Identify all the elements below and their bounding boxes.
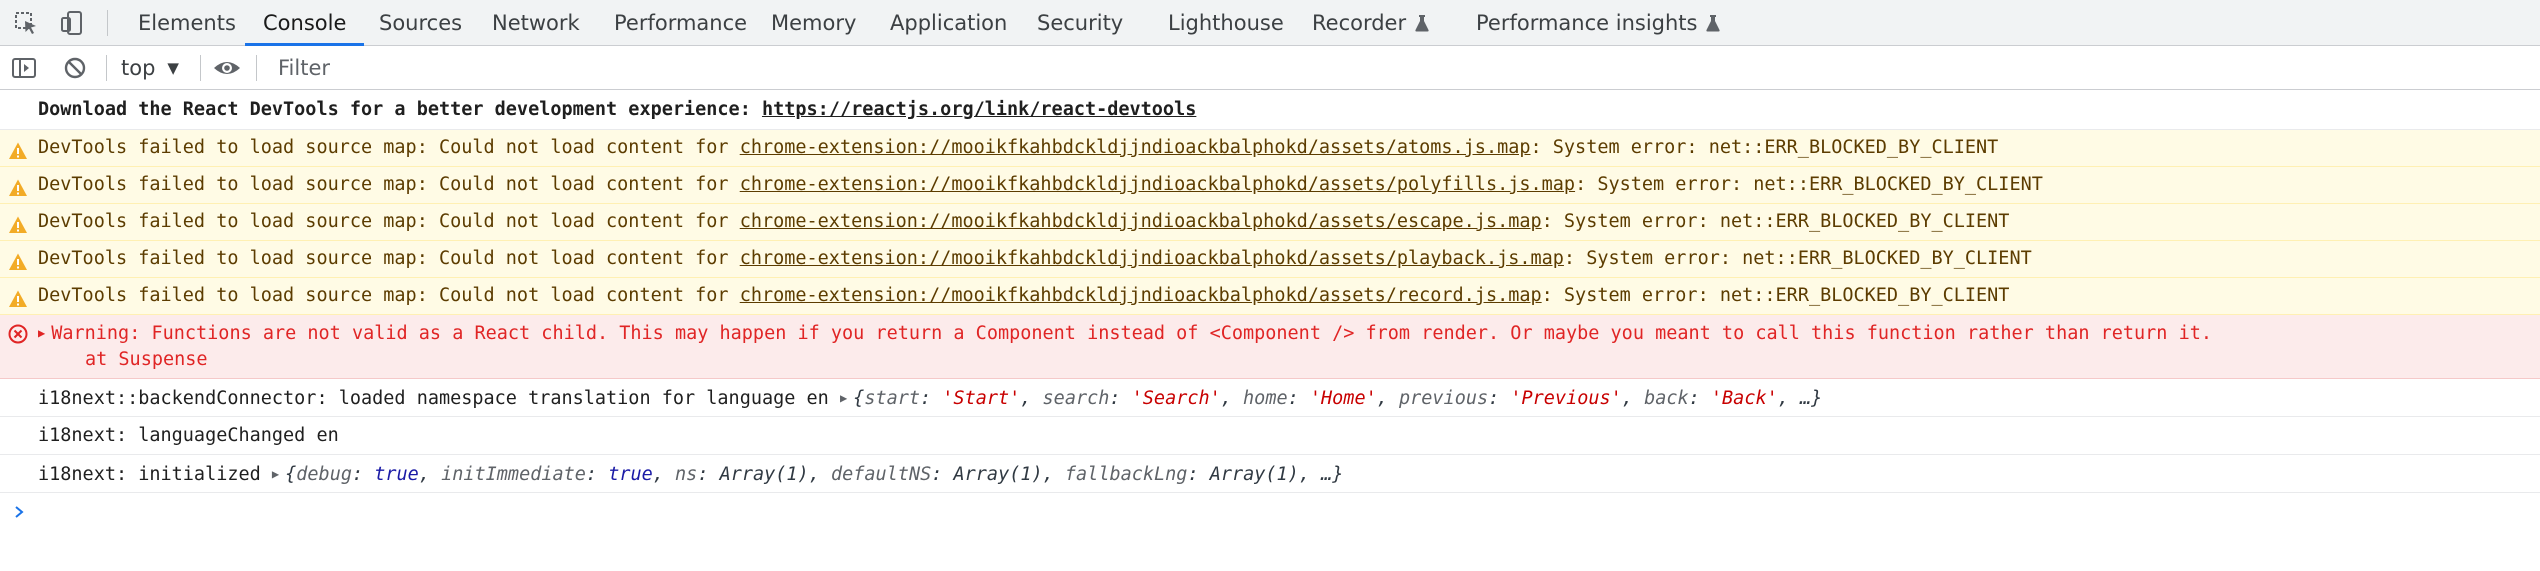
devtools-tabbar: Elements Console Sources Network Perform… <box>0 0 2540 46</box>
flask-icon <box>1706 2 1721 32</box>
react-devtools-link[interactable]: https://reactjs.org/link/react-devtools <box>762 99 1196 120</box>
warning-icon <box>8 286 28 307</box>
toolbar-separator <box>106 55 107 81</box>
message-text: : System error: net::ERR_BLOCKED_BY_CLIE… <box>1541 211 2010 232</box>
object-preview[interactable]: {start: 'Start', search: 'Search', home:… <box>853 388 1822 409</box>
expand-triangle-icon[interactable]: ▶ <box>272 455 279 493</box>
tab-label: Lighthouse <box>1168 11 1284 35</box>
tab-label: Application <box>890 11 1008 35</box>
clear-console-icon[interactable] <box>62 55 88 81</box>
tab-lighthouse[interactable]: Lighthouse <box>1150 0 1302 46</box>
tab-recorder[interactable]: Recorder <box>1294 0 1447 46</box>
log-message: i18next: languageChanged en <box>0 417 2540 455</box>
tab-security[interactable]: Security <box>1019 0 1141 46</box>
tab-console[interactable]: Console <box>245 0 365 46</box>
message-text: : System error: net::ERR_BLOCKED_BY_CLIE… <box>1575 174 2043 195</box>
context-label: top <box>121 56 156 80</box>
error-icon <box>8 324 28 344</box>
log-message: i18next::backendConnector: loaded namesp… <box>0 379 2540 417</box>
live-expression-eye-icon[interactable] <box>212 55 242 81</box>
console-messages: Download the React DevTools for a better… <box>0 90 2540 529</box>
message-text: : System error: net::ERR_BLOCKED_BY_CLIE… <box>1530 137 1999 158</box>
tab-performance-insights[interactable]: Performance insights <box>1458 0 1738 46</box>
object-preview[interactable]: {debug: true, initImmediate: true, ns: A… <box>285 464 1343 485</box>
tabbar-separator <box>107 10 108 36</box>
message-text: DevTools failed to load source map: Coul… <box>38 211 740 232</box>
error-stack-line: at Suspense <box>85 349 208 370</box>
log-message: i18next: initialized ▶ {debug: true, init… <box>0 455 2540 493</box>
prompt-chevron-icon <box>12 504 26 518</box>
source-map-link[interactable]: chrome-extension://mooikfkahbdckldjjndio… <box>740 248 1564 269</box>
warning-message: DevTools failed to load source map: Coul… <box>0 241 2540 278</box>
console-toolbar: top ▼ <box>0 46 2540 90</box>
error-message[interactable]: ▶ Warning: Functions are not valid as a R… <box>0 315 2540 379</box>
tab-label: Performance insights <box>1476 11 1698 35</box>
message-text: i18next: languageChanged en <box>38 425 339 446</box>
tab-label: Memory <box>771 11 857 35</box>
message-text: : System error: net::ERR_BLOCKED_BY_CLIE… <box>1541 285 2010 306</box>
expand-triangle-icon[interactable]: ▶ <box>38 320 45 346</box>
flask-icon <box>1415 2 1429 32</box>
tab-elements[interactable]: Elements <box>120 0 254 46</box>
message-text: Download the React DevTools for a better… <box>38 99 762 120</box>
warning-icon <box>8 249 28 270</box>
filter-input[interactable] <box>268 52 2528 84</box>
source-map-link[interactable]: chrome-extension://mooikfkahbdckldjjndio… <box>740 174 1575 195</box>
caret-down-icon: ▼ <box>167 59 179 77</box>
tab-label: Security <box>1037 11 1124 35</box>
tab-label: Network <box>492 11 580 35</box>
expand-triangle-icon[interactable]: ▶ <box>840 379 847 417</box>
warning-icon <box>8 175 28 196</box>
warning-icon <box>8 138 28 159</box>
toolbar-separator <box>200 55 201 81</box>
sidebar-toggle-icon[interactable] <box>11 55 37 81</box>
source-map-link[interactable]: chrome-extension://mooikfkahbdckldjjndio… <box>740 137 1531 158</box>
tab-label: Performance <box>614 11 748 35</box>
message-text: DevTools failed to load source map: Coul… <box>38 248 740 269</box>
message-text: i18next: initialized <box>38 464 272 485</box>
tab-label: Console <box>263 11 347 35</box>
tab-application[interactable]: Application <box>872 0 1025 46</box>
warning-message: DevTools failed to load source map: Coul… <box>0 167 2540 204</box>
tab-network[interactable]: Network <box>474 0 598 46</box>
warning-icon <box>8 212 28 233</box>
tab-memory[interactable]: Memory <box>753 0 874 46</box>
warning-message: DevTools failed to load source map: Coul… <box>0 204 2540 241</box>
console-prompt[interactable] <box>0 493 2540 529</box>
tab-sources[interactable]: Sources <box>361 0 480 46</box>
message-text: DevTools failed to load source map: Coul… <box>38 174 740 195</box>
source-map-link[interactable]: chrome-extension://mooikfkahbdckldjjndio… <box>740 211 1542 232</box>
warning-message: DevTools failed to load source map: Coul… <box>0 130 2540 167</box>
tab-label: Sources <box>379 11 463 35</box>
inspect-element-icon[interactable] <box>12 9 40 37</box>
message-text: DevTools failed to load source map: Coul… <box>38 137 740 158</box>
react-devtools-message: Download the React DevTools for a better… <box>0 90 2540 130</box>
message-text: : System error: net::ERR_BLOCKED_BY_CLIE… <box>1563 248 2032 269</box>
error-text: Warning: Functions are not valid as a Re… <box>51 323 2212 344</box>
device-toolbar-icon[interactable] <box>58 9 86 37</box>
message-text: i18next::backendConnector: loaded namesp… <box>38 388 840 409</box>
tab-performance[interactable]: Performance <box>596 0 765 46</box>
warning-message: DevTools failed to load source map: Coul… <box>0 278 2540 315</box>
context-selector[interactable]: top ▼ <box>121 46 179 90</box>
tab-label: Elements <box>138 11 236 35</box>
source-map-link[interactable]: chrome-extension://mooikfkahbdckldjjndio… <box>740 285 1542 306</box>
tab-label: Recorder <box>1312 11 1407 35</box>
toolbar-separator <box>256 55 257 81</box>
message-text: DevTools failed to load source map: Coul… <box>38 285 740 306</box>
